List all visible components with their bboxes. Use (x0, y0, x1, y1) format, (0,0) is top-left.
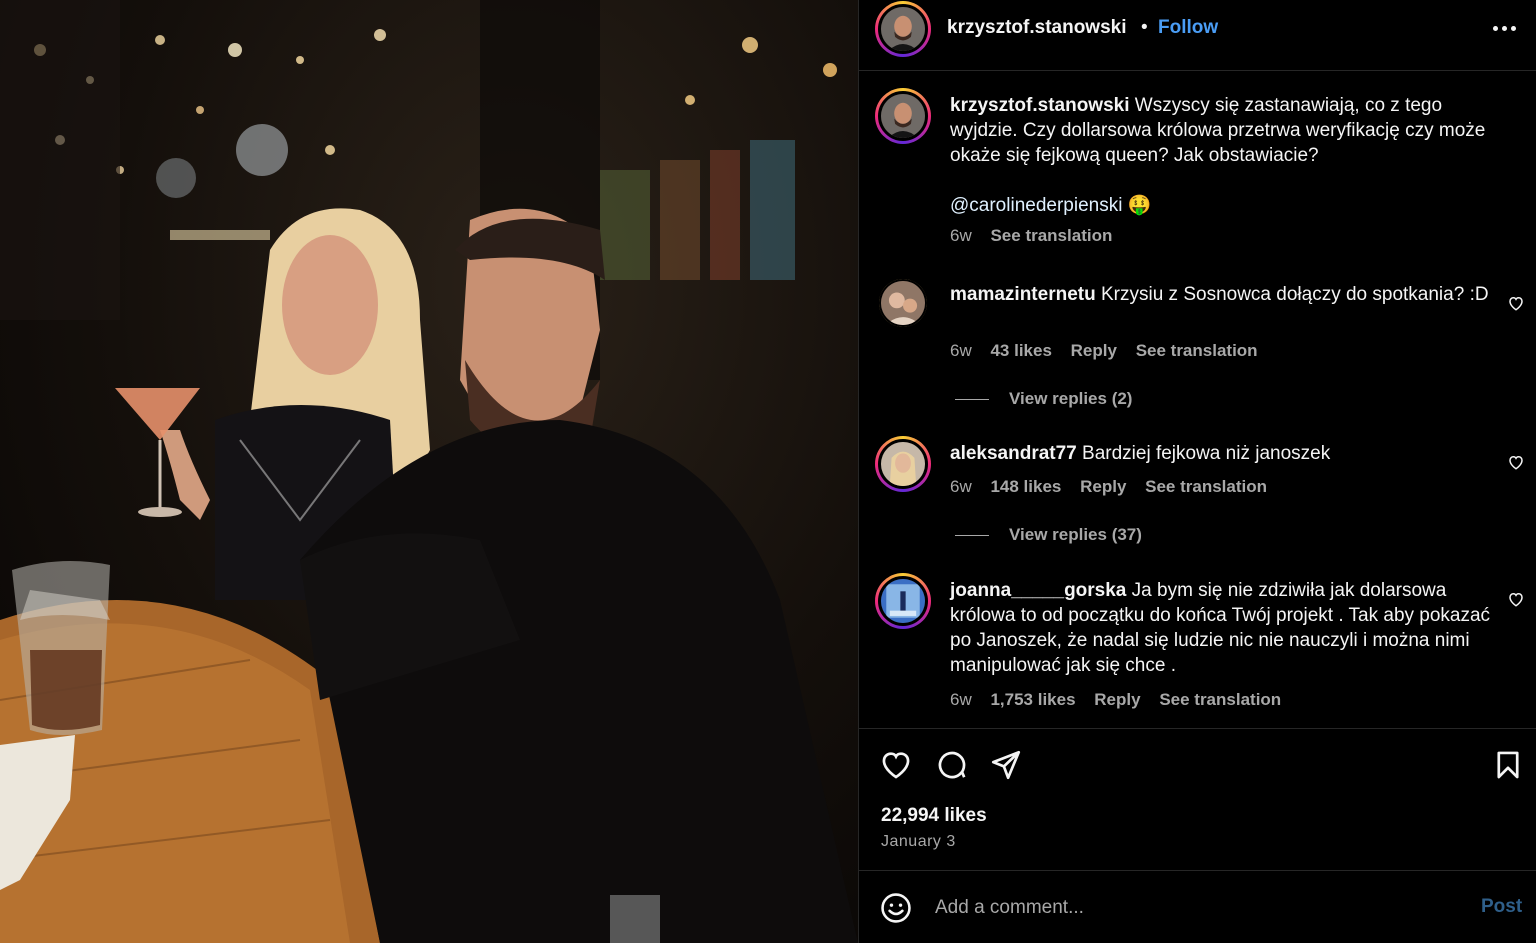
comment-time[interactable]: 6w (950, 341, 972, 360)
view-replies-label: View replies (2) (1009, 389, 1133, 408)
emoji-smiley-icon[interactable] (879, 891, 913, 925)
post-header: krzysztof.stanowski • Follow (859, 0, 1536, 71)
comment-likes[interactable]: 148 likes (990, 477, 1061, 496)
post-side-panel: krzysztof.stanowski • Follow krzysztof.s… (858, 0, 1536, 943)
like-heart-icon[interactable] (879, 748, 913, 782)
caption-time[interactable]: 6w (950, 226, 972, 245)
like-comment-heart-icon[interactable] (1507, 294, 1525, 312)
comment-likes[interactable]: 43 likes (990, 341, 1051, 360)
comment-time[interactable]: 6w (950, 690, 972, 709)
caption-mention[interactable]: @carolinederpienski (950, 195, 1122, 216)
comment-body: Bardziej fejkowa niż janoszek (1082, 443, 1331, 464)
more-options-icon[interactable] (1493, 18, 1519, 38)
post-actions: 22,994 likes January 3 (859, 728, 1536, 870)
comment-see-translation[interactable]: See translation (1136, 341, 1258, 360)
comment-username[interactable]: aleksandrat77 (950, 443, 1077, 464)
caption-avatar-image (881, 94, 925, 138)
comment-reply-button[interactable]: Reply (1080, 477, 1126, 496)
comment-composer: Post (859, 870, 1536, 943)
caption-text: krzysztof.stanowski Wszyscy się zastanaw… (950, 93, 1498, 218)
caption-emoji: 🤑 (1127, 195, 1152, 216)
author-avatar[interactable] (875, 1, 931, 57)
comment-avatar-image (881, 442, 925, 486)
view-replies-line (955, 399, 989, 401)
view-replies-button[interactable]: View replies (2) (955, 389, 1132, 409)
comment-avatar[interactable] (875, 573, 931, 629)
like-comment-heart-icon[interactable] (1507, 590, 1525, 608)
comment-meta: 6w 43 likes Reply See translation (950, 341, 1272, 361)
comment-reply-button[interactable]: Reply (1094, 690, 1140, 709)
caption-see-translation[interactable]: See translation (990, 226, 1112, 245)
comments-list[interactable]: krzysztof.stanowski Wszyscy się zastanaw… (859, 72, 1536, 728)
post-photo-image (0, 0, 858, 943)
view-replies-line (955, 535, 989, 537)
comment-reply-button[interactable]: Reply (1071, 341, 1117, 360)
author-avatar-image (881, 7, 925, 51)
comment-text: mamazinternetu Krzysiu z Sosnowca dołącz… (950, 282, 1498, 307)
save-bookmark-icon[interactable] (1491, 748, 1525, 782)
comment-see-translation[interactable]: See translation (1159, 690, 1281, 709)
comment-meta: 6w 148 likes Reply See translation (950, 477, 1281, 497)
header-separator: • (1141, 17, 1148, 38)
post-date[interactable]: January 3 (881, 833, 956, 851)
comment-meta: 6w 1,753 likes Reply See translation (950, 690, 1295, 710)
view-replies-button[interactable]: View replies (37) (955, 525, 1142, 545)
comment-avatar[interactable] (875, 436, 931, 492)
add-comment-input[interactable] (935, 893, 1455, 923)
share-paper-plane-icon[interactable] (989, 748, 1023, 782)
comment-see-translation[interactable]: See translation (1145, 477, 1267, 496)
comment-time[interactable]: 6w (950, 477, 972, 496)
comment-text: aleksandrat77 Bardziej fejkowa niż janos… (950, 441, 1498, 466)
follow-button[interactable]: Follow (1158, 17, 1218, 39)
like-comment-heart-icon[interactable] (1507, 453, 1525, 471)
comment-username[interactable]: mamazinternetu (950, 284, 1096, 305)
author-username[interactable]: krzysztof.stanowski (947, 17, 1127, 39)
comment-bubble-icon[interactable] (935, 748, 969, 782)
comment-body: Krzysiu z Sosnowca dołączy do spotkania?… (1100, 284, 1489, 305)
post-like-count[interactable]: 22,994 likes (881, 805, 987, 827)
caption-username[interactable]: krzysztof.stanowski (950, 95, 1130, 116)
caption-avatar[interactable] (875, 88, 931, 144)
view-replies-label: View replies (37) (1009, 525, 1142, 544)
caption-meta: 6w See translation (950, 226, 1126, 246)
comment-likes[interactable]: 1,753 likes (990, 690, 1075, 709)
comment-avatar-image (881, 579, 925, 623)
comment-text: joanna_____gorska Ja bym się nie zdziwił… (950, 578, 1498, 678)
post-photo[interactable] (0, 0, 858, 943)
comment-avatar[interactable] (879, 279, 927, 327)
comment-avatar-image (881, 281, 925, 325)
comment-username[interactable]: joanna_____gorska (950, 580, 1126, 601)
post-comment-button[interactable]: Post (1481, 896, 1522, 918)
